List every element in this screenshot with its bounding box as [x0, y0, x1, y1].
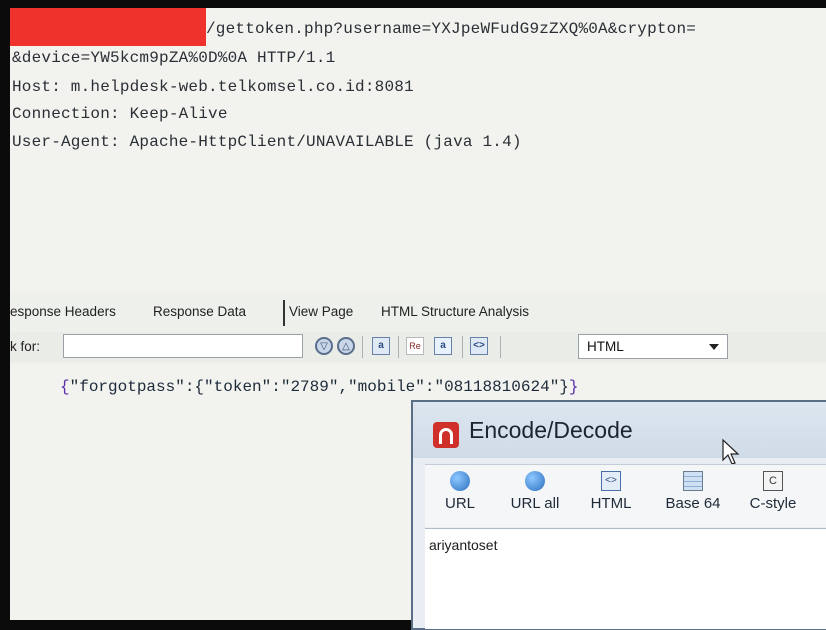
json-content: "forgotpass":{"token":"2789","mobile":"0…	[69, 378, 569, 396]
toolbar-separator	[500, 336, 501, 358]
format-select[interactable]: HTML	[578, 334, 728, 359]
html-encode-label: HTML	[590, 495, 632, 512]
json-open-brace: {	[60, 378, 70, 396]
html-tag-icon: <>	[601, 471, 621, 491]
request-line: /gettoken.php?username=YXJpeWFudG9zZXQ%0…	[206, 20, 697, 38]
request-pane: /gettoken.php?username=YXJpeWFudG9zZXQ%0…	[10, 8, 826, 293]
base64-encode-label: Base 64	[665, 495, 721, 512]
url-encode-label: URL	[444, 495, 475, 512]
url-all-encode-label: URL all	[510, 495, 560, 512]
look-for-label: k for:	[10, 339, 41, 354]
dialog-title: Encode/Decode	[469, 417, 633, 443]
tab-response-headers[interactable]: esponse Headers	[10, 304, 116, 319]
tab-view-page[interactable]: View Page	[289, 304, 353, 319]
request-line: Host: m.helpdesk-web.telkomsel.co.id:808…	[12, 78, 414, 96]
regex-icon[interactable]: Re	[406, 337, 424, 355]
format-select-value: HTML	[587, 339, 624, 354]
grid-icon	[683, 471, 703, 491]
replace-icon[interactable]: a	[434, 337, 452, 355]
encoder-buttons: URL URL all <> HTML Base 64 C C-style	[425, 464, 826, 527]
url-encode-button[interactable]: URL	[435, 471, 485, 512]
toolbar-separator	[462, 336, 463, 358]
search-down-icon[interactable]: ▽	[315, 337, 333, 355]
c-style-encode-label: C-style	[749, 495, 797, 512]
redaction-box	[10, 8, 206, 46]
request-line: User-Agent: Apache-HttpClient/UNAVAILABL…	[12, 133, 522, 151]
search-up-icon[interactable]: △	[337, 337, 355, 355]
globe-link-icon	[525, 471, 545, 491]
encode-text-area[interactable]: ariyantoset	[425, 528, 826, 629]
response-json: {"forgotpass":{"token":"2789","mobile":"…	[60, 378, 579, 396]
html-encode-button[interactable]: <> HTML	[583, 471, 639, 512]
c-icon: C	[763, 471, 783, 491]
encode-text-value: ariyantoset	[429, 537, 498, 553]
toolbar-separator	[362, 336, 363, 358]
url-all-encode-button[interactable]: URL all	[503, 471, 567, 512]
chevron-down-icon	[709, 344, 719, 350]
request-line: &device=YW5kcm9pZA%0D%0A HTTP/1.1	[12, 49, 336, 67]
request-line: Connection: Keep-Alive	[12, 105, 228, 123]
mouse-cursor-icon	[722, 438, 740, 465]
look-for-input[interactable]	[63, 334, 303, 358]
search-toolbar: k for: ▽ △ a Re a <> HTML	[10, 332, 826, 362]
tab-divider	[283, 300, 285, 326]
app-logo-icon	[433, 422, 459, 448]
dialog-titlebar[interactable]: Encode/Decode	[413, 402, 826, 465]
toolbar-separator	[398, 336, 399, 358]
html-tag-icon[interactable]: <>	[470, 337, 488, 355]
encode-decode-dialog: Encode/Decode URL URL all <> HTML Base 6…	[411, 400, 826, 630]
c-style-encode-button[interactable]: C C-style	[743, 471, 803, 512]
json-close-brace: }	[568, 378, 579, 396]
match-case-icon[interactable]: a	[372, 337, 390, 355]
tab-response-data[interactable]: Response Data	[153, 304, 246, 319]
base64-encode-button[interactable]: Base 64	[657, 471, 729, 512]
response-tabs: esponse Headers Response Data View Page …	[10, 300, 826, 328]
globe-link-icon	[450, 471, 470, 491]
tab-html-structure-analysis[interactable]: HTML Structure Analysis	[381, 304, 529, 319]
